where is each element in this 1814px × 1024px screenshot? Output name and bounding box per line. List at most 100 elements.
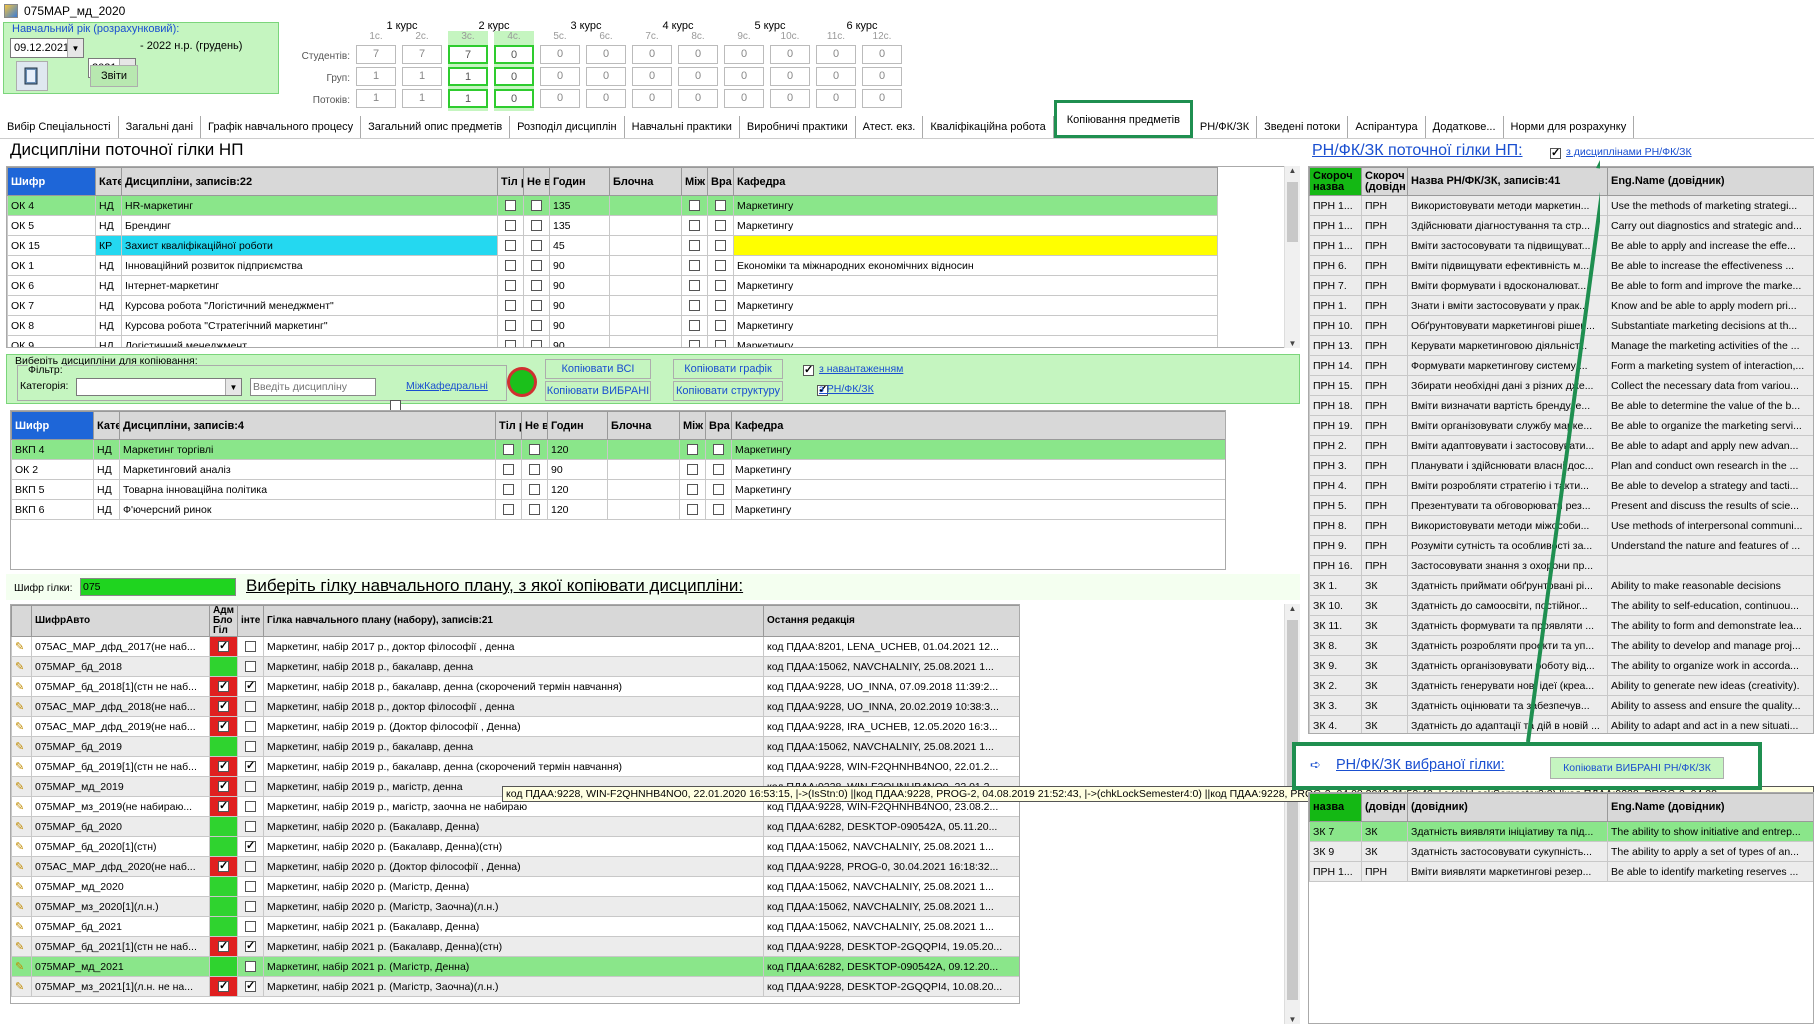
- current-grid-scrollbar[interactable]: ▲ ▼: [1284, 166, 1300, 348]
- semester-value-cell[interactable]: 0: [494, 89, 534, 108]
- checkbox[interactable]: [245, 961, 256, 973]
- semester-value-cell[interactable]: 1: [356, 89, 396, 108]
- column-header[interactable]: Дисципліни, записів:4: [119, 411, 496, 440]
- interdept-checkbox[interactable]: [390, 399, 401, 411]
- checkbox[interactable]: [689, 340, 700, 347]
- admin-block-cell[interactable]: [209, 836, 238, 857]
- semester-value-cell[interactable]: 0: [540, 67, 580, 86]
- checkbox-cell[interactable]: [681, 255, 708, 276]
- table-row[interactable]: ОК 4 НД HR-маркетинг 135 Маркетингу: [7, 195, 1218, 216]
- edit-icon[interactable]: ✎: [11, 856, 32, 877]
- checkbox-cell[interactable]: [681, 195, 708, 216]
- checkbox[interactable]: [245, 641, 256, 653]
- checkbox-cell[interactable]: [497, 215, 524, 236]
- edit-icon[interactable]: ✎: [11, 636, 32, 657]
- checkbox-cell[interactable]: [523, 195, 550, 216]
- table-row[interactable]: ЗК 9 ЗК Здатність застосовувати сукупність…: [1309, 841, 1813, 862]
- checkbox-cell[interactable]: [681, 235, 708, 256]
- column-header[interactable]: Годин: [547, 411, 608, 440]
- column-header[interactable]: Адм Бло Гіл: [209, 605, 238, 637]
- checkbox-cell[interactable]: [521, 479, 548, 500]
- semester-value-cell[interactable]: 0: [494, 67, 534, 86]
- column-header[interactable]: Блочна: [609, 167, 682, 196]
- checkbox[interactable]: [531, 340, 542, 347]
- table-row[interactable]: ВКП 6 НД Ф'ючерсний ринок 120 Маркетингу: [11, 499, 1225, 520]
- table-row[interactable]: ✎075АС_МАР_дфд_2019(не наб... Маркетинг, …: [11, 716, 1019, 737]
- int-cell[interactable]: [237, 836, 264, 857]
- checkbox[interactable]: [713, 504, 724, 516]
- tab-item[interactable]: Атест. екз.: [856, 116, 924, 138]
- column-header[interactable]: Блочна: [607, 411, 680, 440]
- date-picker[interactable]: 09.12.2021 ▼: [10, 38, 84, 58]
- table-row[interactable]: ✎075МАР_бд_2021[1](стн не наб... Маркетин…: [11, 936, 1019, 957]
- checkbox[interactable]: [245, 839, 256, 853]
- copy-selected-button[interactable]: Копіювати ВИБРАНІ: [545, 381, 651, 401]
- checkbox[interactable]: [529, 504, 540, 516]
- table-row[interactable]: ✎075МАР_бд_2018[1](стн не наб... Маркетин…: [11, 676, 1019, 697]
- checkbox[interactable]: [503, 504, 514, 516]
- checkbox-cell[interactable]: [707, 335, 734, 347]
- checkbox-cell[interactable]: [707, 315, 734, 336]
- checkbox-cell[interactable]: [495, 499, 522, 520]
- table-row[interactable]: ✎ 075МАР_мз_2020[1](л.н.) Маркетинг, набір…: [11, 896, 1019, 917]
- checkbox-cell[interactable]: [681, 295, 708, 316]
- checkbox-cell[interactable]: [681, 335, 708, 347]
- checkbox[interactable]: [503, 464, 514, 476]
- checkbox[interactable]: [218, 939, 229, 953]
- checkbox-cell[interactable]: [497, 335, 524, 347]
- checkbox-cell[interactable]: [705, 479, 732, 500]
- table-row[interactable]: ОК 8 НД Курсова робота "Стратегічний марке…: [7, 315, 1218, 336]
- checkbox[interactable]: [531, 200, 542, 212]
- checkbox[interactable]: [505, 260, 516, 272]
- table-row[interactable]: ОК 2 НД Маркетинговий аналіз 90 Маркетингу: [11, 459, 1225, 480]
- table-row[interactable]: ПРН 1... ПРН Вміти виявляти маркетингові р…: [1309, 861, 1813, 882]
- checkbox-cell[interactable]: [705, 499, 732, 520]
- admin-block-cell[interactable]: [209, 636, 238, 657]
- semester-value-cell[interactable]: 0: [816, 45, 856, 64]
- table-row[interactable]: ✎ 075МАР_мд_2021 Маркетинг, набір 2021 р. …: [11, 956, 1019, 977]
- checkbox[interactable]: [245, 759, 256, 773]
- table-row[interactable]: ЗК 7 ЗК Здатність виявляти ініціативу та п…: [1309, 821, 1813, 842]
- checkbox[interactable]: [505, 280, 516, 292]
- scroll-up-icon[interactable]: ▲: [1285, 604, 1300, 613]
- checkbox[interactable]: [245, 701, 256, 713]
- semester-value-cell[interactable]: 0: [816, 67, 856, 86]
- checkbox[interactable]: [713, 464, 724, 476]
- with-load-label[interactable]: з навантаженням: [819, 363, 903, 375]
- semester-value-cell[interactable]: 0: [724, 89, 764, 108]
- table-row[interactable]: ОК 9 НД Логістичний менеджмент 90 Маркетингу: [7, 335, 1218, 347]
- copy-schedule-button[interactable]: Копіювати графік: [673, 359, 783, 379]
- checkbox[interactable]: [531, 280, 542, 292]
- table-row[interactable]: ✎ 075МАР_бд_2018 Маркетинг, набір 2018 р.,…: [11, 656, 1019, 677]
- column-header[interactable]: Eng.Name (довідник): [1607, 793, 1813, 822]
- tab-item[interactable]: Розподіл дисциплін: [510, 116, 625, 138]
- tab-item[interactable]: Кваліфікаційна робота: [923, 116, 1054, 138]
- int-cell[interactable]: [237, 776, 264, 797]
- column-header[interactable]: Вра вНГ: [705, 411, 732, 440]
- checkbox[interactable]: [689, 200, 700, 212]
- semester-value-cell[interactable]: 0: [862, 67, 902, 86]
- column-header[interactable]: Вра вНГ: [707, 167, 734, 196]
- edit-icon[interactable]: ✎: [11, 976, 32, 997]
- scroll-up-icon[interactable]: ▲: [1285, 166, 1300, 175]
- checkbox-cell[interactable]: [521, 459, 548, 480]
- checkbox[interactable]: [505, 340, 516, 347]
- table-row[interactable]: ВКП 4 НД Маркетинг торгівлі 120 Маркетингу: [11, 439, 1225, 460]
- column-header[interactable]: Дисципліни, записів:22: [121, 167, 498, 196]
- column-header[interactable]: інте: [237, 605, 264, 637]
- admin-block-cell[interactable]: [209, 816, 238, 837]
- checkbox[interactable]: [218, 759, 229, 773]
- table-row[interactable]: ✎075АС_МАР_дфд_2017(не наб... Маркетинг, …: [11, 636, 1019, 657]
- checkbox[interactable]: [687, 444, 698, 456]
- edit-icon[interactable]: ✎: [11, 936, 32, 957]
- checkbox[interactable]: [245, 741, 256, 753]
- checkbox-cell[interactable]: [681, 315, 708, 336]
- semester-value-cell[interactable]: 0: [678, 89, 718, 108]
- checkbox[interactable]: [505, 220, 516, 232]
- checkbox[interactable]: [715, 200, 726, 212]
- table-row[interactable]: ОК 1 НД Інноваційний розвиток підприємства…: [7, 255, 1218, 276]
- checkbox[interactable]: [245, 721, 256, 733]
- checkbox-cell[interactable]: [679, 499, 706, 520]
- semester-value-cell[interactable]: 0: [632, 45, 672, 64]
- checkbox-cell[interactable]: [521, 499, 548, 520]
